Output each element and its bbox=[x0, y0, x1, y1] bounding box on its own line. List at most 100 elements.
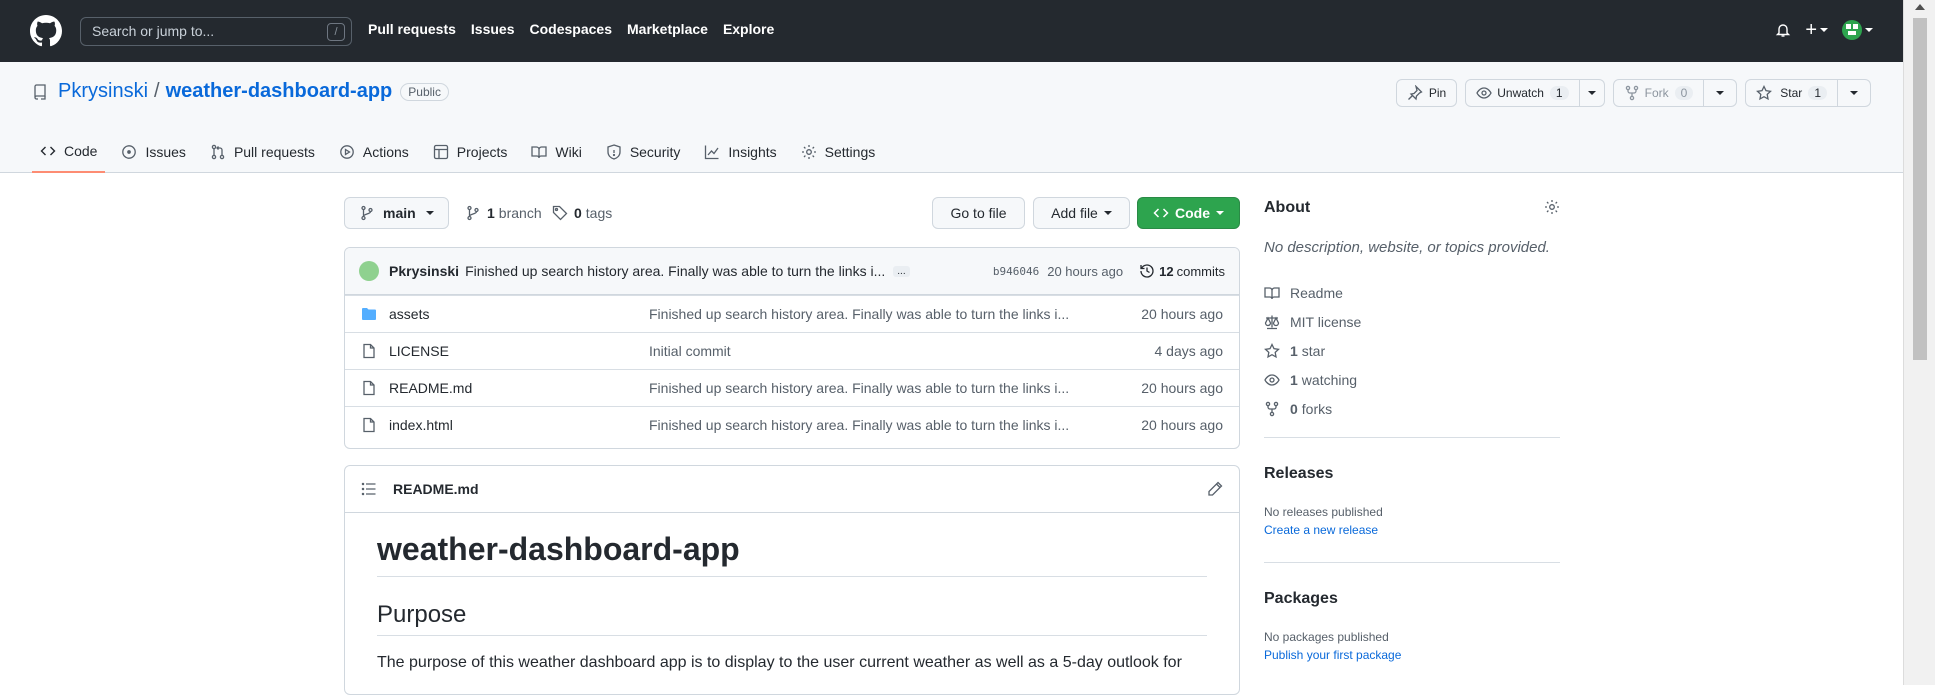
law-icon bbox=[1264, 315, 1280, 329]
nav-issues[interactable]: Issues bbox=[471, 21, 515, 37]
commit-age: 20 hours ago bbox=[1047, 263, 1124, 279]
table-icon bbox=[433, 144, 448, 159]
file-navigation: main 1 branch 0 tags Go to file Add file… bbox=[344, 197, 1240, 229]
pin-button[interactable]: Pin bbox=[1395, 79, 1458, 107]
global-nav: Pull requests Issues Codespaces Marketpl… bbox=[368, 21, 789, 37]
branches-label: branch bbox=[498, 205, 542, 221]
file-row[interactable]: index.html Finished up search history ar… bbox=[345, 406, 1239, 443]
create-new-dropdown[interactable]: + bbox=[1805, 19, 1828, 41]
history-icon bbox=[1140, 264, 1154, 278]
file-row[interactable]: LICENSE Initial commit 4 days ago bbox=[345, 332, 1239, 369]
tab-code[interactable]: Code bbox=[32, 130, 106, 173]
tab-settings[interactable]: Settings bbox=[793, 130, 884, 173]
file-commit-message[interactable]: Finished up search history area. Finally… bbox=[649, 306, 1069, 322]
branch-selector[interactable]: main bbox=[344, 197, 449, 229]
user-menu[interactable] bbox=[1842, 20, 1873, 40]
fork-icon bbox=[1265, 401, 1279, 416]
file-name[interactable]: index.html bbox=[389, 417, 649, 433]
chevron-down-icon bbox=[1103, 211, 1112, 215]
tab-projects[interactable]: Projects bbox=[425, 130, 516, 173]
bell-icon[interactable] bbox=[1775, 22, 1791, 38]
packages-title[interactable]: Packages bbox=[1264, 590, 1338, 608]
expand-commit-button[interactable]: ... bbox=[893, 265, 910, 277]
watch-options-dropdown[interactable] bbox=[1579, 79, 1605, 107]
create-release-link[interactable]: Create a new release bbox=[1264, 523, 1378, 537]
global-search-input[interactable]: Search or jump to... / bbox=[80, 17, 352, 46]
watching-count: 1 bbox=[1290, 371, 1298, 388]
tab-wiki[interactable]: Wiki bbox=[523, 130, 589, 173]
tab-label: Issues bbox=[145, 143, 186, 160]
file-row[interactable]: README.md Finished up search history are… bbox=[345, 369, 1239, 406]
gear-icon bbox=[801, 144, 816, 159]
add-file-button[interactable]: Add file bbox=[1033, 197, 1130, 229]
tab-label: Insights bbox=[728, 143, 777, 160]
fork-icon bbox=[1625, 85, 1638, 101]
license-label: MIT license bbox=[1290, 313, 1362, 330]
scroll-up-arrow-icon[interactable] bbox=[1915, 4, 1925, 10]
nav-marketplace[interactable]: Marketplace bbox=[627, 21, 708, 37]
file-name[interactable]: assets bbox=[389, 306, 649, 322]
tab-security[interactable]: Security bbox=[598, 130, 689, 173]
avatar bbox=[1842, 20, 1862, 40]
tab-pull-requests[interactable]: Pull requests bbox=[202, 130, 323, 173]
fork-button[interactable]: Fork 0 bbox=[1612, 79, 1705, 107]
readme-filename[interactable]: README.md bbox=[393, 481, 479, 497]
file-commit-message[interactable]: Initial commit bbox=[649, 343, 1069, 359]
releases-title[interactable]: Releases bbox=[1264, 465, 1333, 483]
file-commit-message[interactable]: Finished up search history area. Finally… bbox=[649, 417, 1069, 433]
commit-sha[interactable]: b946046 bbox=[993, 265, 1039, 278]
plus-icon: + bbox=[1805, 19, 1817, 41]
tab-actions[interactable]: Actions bbox=[331, 130, 417, 173]
readme-header: README.md bbox=[345, 466, 1239, 513]
github-logo-icon[interactable] bbox=[30, 15, 62, 47]
license-link[interactable]: MIT license bbox=[1264, 307, 1361, 336]
pencil-icon[interactable] bbox=[1207, 481, 1223, 497]
graph-icon bbox=[705, 145, 719, 159]
watching-label: watching bbox=[1301, 371, 1358, 388]
nav-pull-requests[interactable]: Pull requests bbox=[368, 21, 456, 37]
scrollbar-thumb[interactable] bbox=[1913, 18, 1927, 360]
tab-insights[interactable]: Insights bbox=[696, 130, 784, 173]
branch-name: main bbox=[383, 205, 416, 221]
tag-icon bbox=[552, 205, 568, 221]
forks-link[interactable]: 0 forks bbox=[1264, 394, 1361, 423]
file-age: 4 days ago bbox=[1154, 343, 1224, 359]
code-button[interactable]: Code bbox=[1137, 197, 1240, 229]
commits-history-link[interactable]: 12 commits bbox=[1139, 263, 1225, 279]
commit-message[interactable]: Finished up search history area. Finally… bbox=[465, 263, 885, 279]
star-button[interactable]: Star 1 bbox=[1745, 79, 1838, 107]
file-name[interactable]: LICENSE bbox=[389, 343, 649, 359]
watchers-link[interactable]: 1 watching bbox=[1264, 365, 1361, 394]
commit-author[interactable]: Pkrysinski bbox=[389, 263, 459, 279]
go-to-file-button[interactable]: Go to file bbox=[932, 197, 1025, 229]
tab-issues[interactable]: Issues bbox=[113, 130, 193, 173]
pin-label: Pin bbox=[1428, 86, 1447, 100]
gear-icon[interactable] bbox=[1544, 199, 1560, 215]
repo-owner-link[interactable]: Pkrysinski bbox=[58, 80, 148, 103]
about-description: No description, website, or topics provi… bbox=[1264, 239, 1550, 256]
readme-heading-purpose: Purpose bbox=[377, 601, 1207, 636]
file-commit-message[interactable]: Finished up search history area. Finally… bbox=[649, 380, 1069, 396]
fork-options-dropdown[interactable] bbox=[1704, 79, 1738, 107]
publish-package-link[interactable]: Publish your first package bbox=[1264, 648, 1401, 662]
avatar[interactable] bbox=[359, 261, 379, 281]
nav-explore[interactable]: Explore bbox=[723, 21, 774, 37]
file-icon bbox=[363, 417, 375, 433]
divider bbox=[1264, 562, 1560, 563]
file-name[interactable]: README.md bbox=[389, 380, 649, 396]
vertical-scrollbar[interactable] bbox=[1903, 0, 1935, 685]
header-actions: + bbox=[1775, 20, 1873, 40]
stars-link[interactable]: 1 star bbox=[1264, 336, 1361, 365]
unwatch-button[interactable]: Unwatch 1 bbox=[1465, 79, 1580, 107]
repo-name-link[interactable]: weather-dashboard-app bbox=[166, 80, 393, 103]
repo-icon bbox=[34, 83, 46, 100]
fork-button-group: Fork 0 bbox=[1612, 79, 1738, 107]
star-lists-dropdown[interactable] bbox=[1838, 79, 1871, 107]
list-icon[interactable] bbox=[361, 481, 377, 497]
tags-link[interactable]: 0 tags bbox=[552, 205, 612, 221]
nav-codespaces[interactable]: Codespaces bbox=[530, 21, 612, 37]
readme-link[interactable]: Readme bbox=[1264, 278, 1361, 307]
branches-link[interactable]: 1 branch bbox=[465, 205, 542, 221]
file-row[interactable]: assets Finished up search history area. … bbox=[345, 295, 1239, 332]
tab-label: Wiki bbox=[555, 143, 582, 160]
